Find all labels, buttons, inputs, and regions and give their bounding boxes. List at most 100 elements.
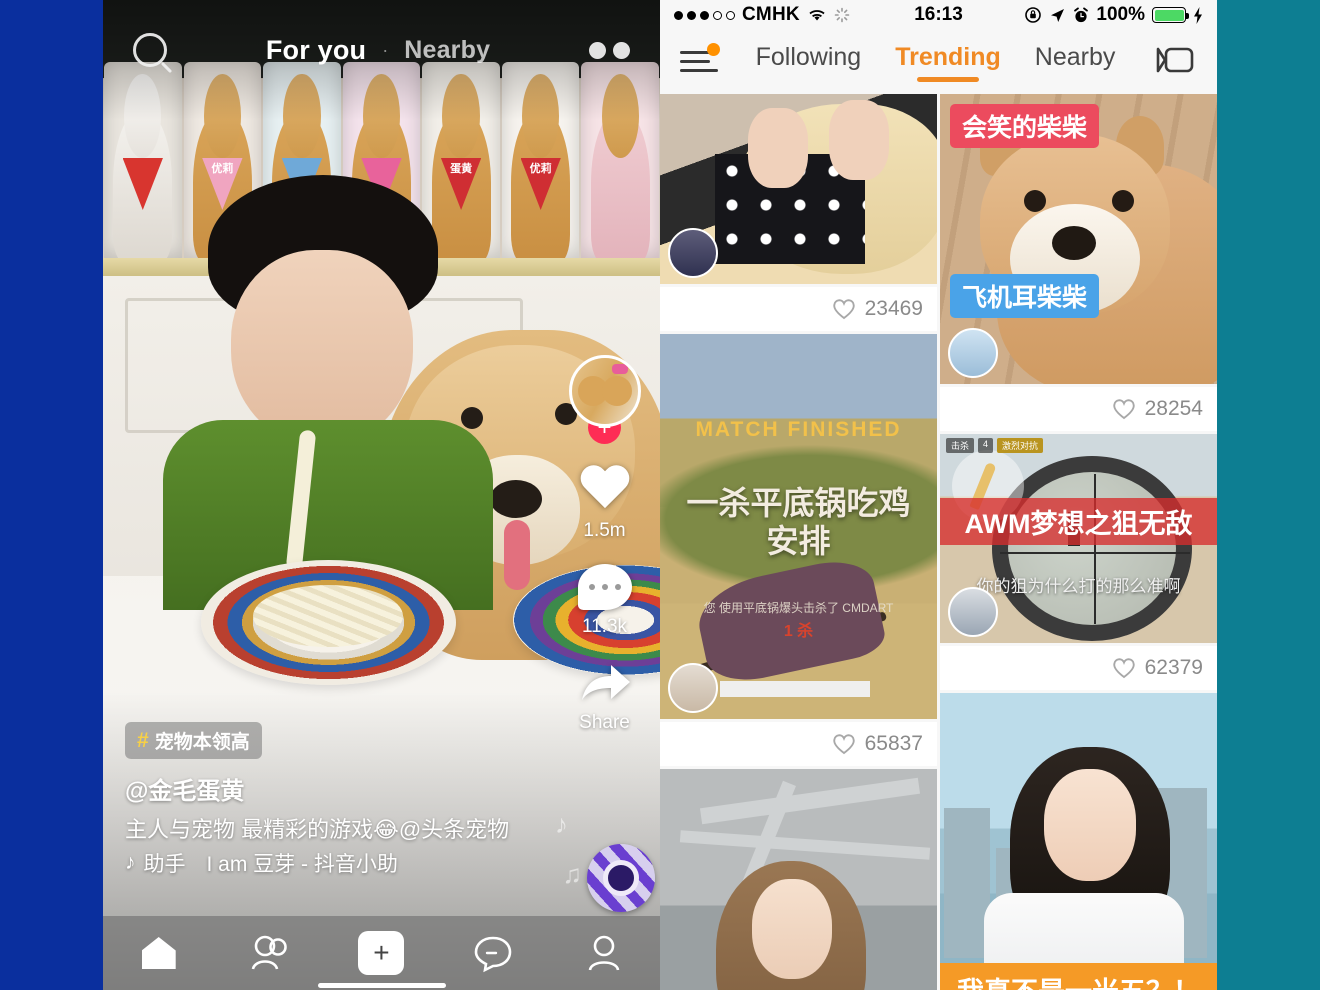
badge-red: 会笑的柴柴 bbox=[950, 104, 1100, 148]
video-card-garage[interactable] bbox=[660, 769, 937, 990]
live-dots-icon[interactable] bbox=[589, 41, 630, 59]
home-indicator bbox=[317, 983, 446, 988]
activity-spinner-icon bbox=[834, 7, 850, 23]
hamburger-menu-icon[interactable] bbox=[680, 43, 720, 75]
tab-trending[interactable]: Trending bbox=[895, 43, 1001, 82]
action-rail: + 1.5m 11.3k Share bbox=[557, 355, 652, 734]
like-count: 1.5m bbox=[583, 520, 626, 541]
alarm-clock-icon bbox=[1074, 7, 1089, 22]
left-phone-screen: 优莉 蛋黄 优莉 For you · Nearby + 1.5m 11.3k S… bbox=[103, 0, 660, 990]
heart-outline-icon[interactable] bbox=[1112, 657, 1136, 679]
left-feed-tabs: For you · Nearby bbox=[167, 35, 589, 66]
heart-icon[interactable] bbox=[579, 466, 631, 514]
hashtag-symbol: # bbox=[137, 728, 149, 752]
heart-outline-icon[interactable] bbox=[832, 298, 856, 320]
author-avatar[interactable] bbox=[568, 355, 641, 427]
charging-bolt-icon bbox=[1194, 6, 1203, 24]
inbox-bubble-icon bbox=[474, 936, 512, 973]
nav-friends[interactable] bbox=[247, 930, 293, 976]
card-thumbnail: MATCH FINISHED 一杀平底锅吃鸡 安排 您 使用平底锅爆头击杀了 C… bbox=[660, 334, 937, 719]
comment-bubble-icon[interactable] bbox=[577, 564, 632, 610]
video-card-guitar[interactable] bbox=[660, 94, 937, 284]
banner-orange-text: 我真不是一米五？！ bbox=[940, 963, 1217, 990]
heart-outline-icon[interactable] bbox=[1112, 398, 1136, 420]
awm-banner-text: AWM梦想之狙无敌 bbox=[940, 498, 1217, 545]
caption-description: 主人与宠物 最精彩的游戏😂@头条宠物 bbox=[125, 817, 510, 842]
card-footer: 23469 bbox=[660, 287, 937, 331]
hud-kills-label: 击杀 bbox=[946, 438, 975, 453]
badge-blue: 飞机耳柴柴 bbox=[950, 274, 1100, 318]
music-row[interactable]: ♪ 助手 I am 豆芽 - 抖音小助 bbox=[125, 848, 565, 878]
plus-icon: + bbox=[373, 937, 390, 968]
noodle-pile bbox=[253, 585, 403, 647]
card-thumbnail: 我真不是一米五？！ bbox=[940, 693, 1217, 990]
video-card-awm[interactable]: 击杀 4 激烈对抗 AWM梦想之狙无敌 你的狙为什么打的那么准啊 bbox=[940, 434, 1217, 643]
create-button[interactable]: + bbox=[353, 931, 410, 975]
nav-inbox[interactable] bbox=[470, 930, 516, 976]
creator-avatar[interactable] bbox=[948, 328, 998, 378]
battery-percent: 100% bbox=[1096, 4, 1146, 25]
creator-avatar[interactable] bbox=[668, 228, 718, 278]
search-icon[interactable] bbox=[133, 33, 167, 67]
music-note-icon: ♪ bbox=[555, 809, 568, 839]
profile-person-icon bbox=[588, 935, 620, 971]
nav-create[interactable]: + bbox=[353, 930, 410, 976]
like-count: 62379 bbox=[1144, 656, 1203, 679]
caption-block: # 宠物本领高 @金毛蛋黄 主人与宠物 最精彩的游戏😂@头条宠物 ♪ 助手 I … bbox=[125, 722, 565, 878]
nav-home[interactable] bbox=[136, 930, 182, 976]
share-action[interactable]: Share bbox=[578, 660, 632, 734]
tab-separator: · bbox=[382, 39, 389, 60]
grid-column-left: 23469 MATCH FINISHED 一杀平底锅吃鸡 安排 您 使用平底锅爆… bbox=[660, 94, 937, 990]
rotation-lock-icon bbox=[1025, 7, 1042, 23]
status-bar: CMHK 16:13 100% bbox=[660, 0, 1217, 30]
music-note-icon: ♪ bbox=[125, 851, 136, 874]
hashtag-label: 宠物本领高 bbox=[154, 732, 250, 753]
video-card-city[interactable]: 我真不是一米五？！ bbox=[940, 693, 1217, 990]
video-card-pubg[interactable]: MATCH FINISHED 一杀平底锅吃鸡 安排 您 使用平底锅爆头击杀了 C… bbox=[660, 334, 937, 719]
pubg-title: 一杀平底锅吃鸡 安排 bbox=[686, 485, 911, 560]
like-action[interactable]: 1.5m bbox=[579, 466, 631, 542]
dog-tongue bbox=[504, 520, 530, 590]
nav-profile[interactable] bbox=[581, 930, 627, 976]
left-top-bar: For you · Nearby bbox=[103, 0, 660, 100]
comment-action[interactable]: 11.3k bbox=[577, 564, 632, 638]
card-footer: 65837 bbox=[660, 722, 937, 766]
video-card-shiba[interactable]: 会笑的柴柴 飞机耳柴柴 bbox=[940, 94, 1217, 384]
tab-nearby[interactable]: Nearby bbox=[1035, 43, 1116, 82]
music-title: 助手 I am 豆芽 - 抖音小助 bbox=[143, 853, 398, 876]
tab-following[interactable]: Following bbox=[756, 43, 862, 82]
hashtag-chip[interactable]: # 宠物本领高 bbox=[125, 722, 262, 759]
carrier-label: CMHK bbox=[742, 4, 800, 25]
clock: 16:13 bbox=[914, 4, 963, 25]
comment-count: 11.3k bbox=[581, 616, 628, 637]
card-footer: 28254 bbox=[940, 387, 1217, 431]
like-count: 65837 bbox=[864, 732, 923, 755]
boy-face bbox=[231, 250, 413, 445]
music-note-icon: ♫ bbox=[562, 859, 583, 889]
author-username[interactable]: @金毛蛋黄 bbox=[125, 771, 565, 806]
game-hud: 击杀 4 激烈对抗 bbox=[946, 438, 1044, 453]
dog-nose bbox=[490, 480, 542, 518]
music-disc-icon[interactable] bbox=[587, 844, 655, 912]
creator-avatar[interactable] bbox=[948, 587, 998, 637]
feed-tabs: Following Trending Nearby bbox=[718, 43, 1153, 82]
location-arrow-icon bbox=[1051, 8, 1065, 22]
card-footer: 62379 bbox=[940, 646, 1217, 690]
creator-avatar[interactable] bbox=[668, 663, 718, 713]
right-top-bar: Following Trending Nearby bbox=[660, 30, 1217, 94]
signal-dots-icon bbox=[674, 10, 735, 20]
hud-kills-value: 4 bbox=[978, 438, 994, 453]
home-icon bbox=[141, 937, 176, 969]
tab-for-you[interactable]: For you bbox=[266, 35, 366, 66]
battery-full-icon bbox=[1152, 7, 1190, 23]
grid-column-right: 会笑的柴柴 飞机耳柴柴 28254 击杀 4 激烈对抗 AWM梦想之狙无敌 你的… bbox=[940, 94, 1217, 990]
kill-feed-text: 您 使用平底锅爆头击杀了 CMDART bbox=[703, 601, 894, 615]
tab-nearby[interactable]: Nearby bbox=[404, 36, 490, 65]
card-thumbnail bbox=[660, 769, 937, 990]
bottom-navigation: + bbox=[103, 916, 660, 990]
heart-outline-icon[interactable] bbox=[832, 733, 856, 755]
share-arrow-icon[interactable] bbox=[578, 660, 632, 706]
live-video-icon[interactable] bbox=[1153, 43, 1197, 82]
like-count: 28254 bbox=[1144, 397, 1203, 420]
friends-icon bbox=[251, 935, 287, 970]
